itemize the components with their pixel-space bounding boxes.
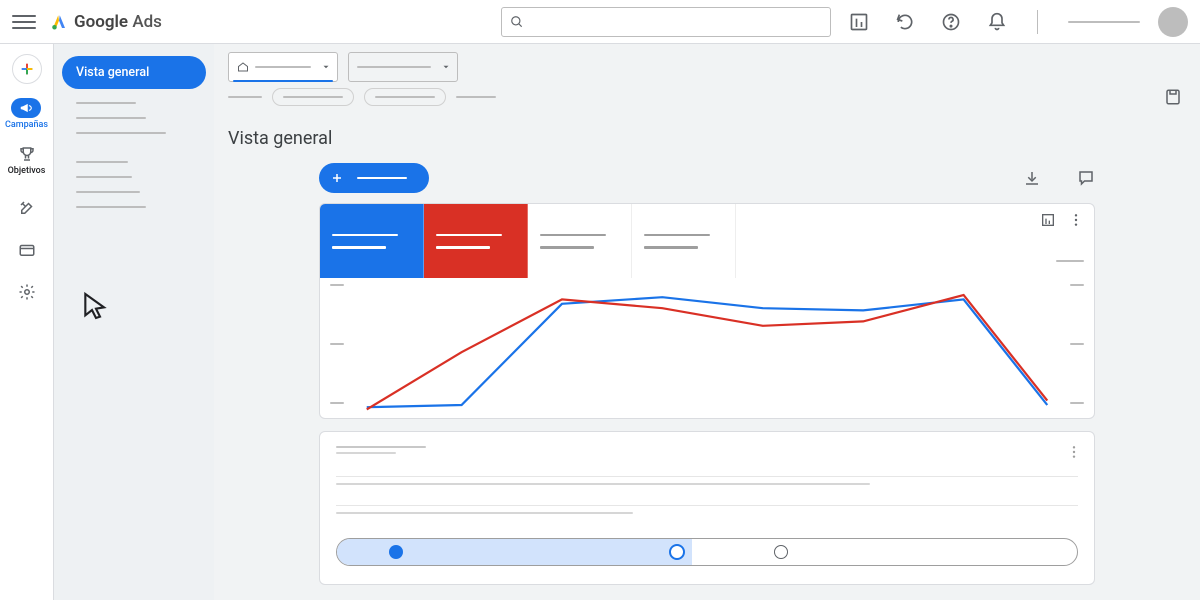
sidebar-item[interactable] — [76, 176, 132, 178]
step-3[interactable] — [774, 545, 788, 559]
step-1[interactable] — [389, 545, 403, 559]
expand-chart-icon[interactable] — [1040, 212, 1056, 228]
sidebar-item-overview[interactable]: Vista general — [62, 56, 206, 89]
create-button[interactable] — [12, 54, 42, 84]
plus-multicolor-icon — [19, 61, 35, 77]
card-icon — [18, 241, 36, 259]
help-icon[interactable] — [941, 12, 961, 32]
menu-icon[interactable] — [12, 10, 36, 34]
plus-icon — [331, 172, 343, 184]
app-header: Google Ads — [0, 0, 1200, 44]
page-title: Vista general — [228, 128, 1186, 149]
metric-tab-3[interactable] — [528, 204, 632, 278]
step-2-current[interactable] — [669, 544, 685, 560]
notifications-icon[interactable] — [987, 12, 1007, 32]
sidebar-item[interactable] — [76, 117, 146, 119]
icon-rail: Campañas Objetivos — [0, 44, 54, 600]
new-campaign-button[interactable] — [319, 163, 429, 193]
sidebar-item[interactable] — [76, 132, 166, 134]
rail-item-objectives[interactable]: Objetivos — [8, 144, 46, 176]
rail-item-campaigns[interactable]: Campañas — [5, 98, 48, 130]
cursor-icon — [80, 290, 112, 322]
sidebar-item[interactable] — [76, 161, 128, 163]
download-icon[interactable] — [1023, 169, 1041, 187]
rail-label: Objetivos — [8, 166, 46, 176]
sidebar-item[interactable] — [76, 102, 136, 104]
metric-tab-1[interactable] — [320, 204, 424, 278]
chart-lines — [350, 284, 1064, 416]
insight-title — [336, 446, 426, 448]
sidebar-item[interactable] — [76, 206, 146, 208]
line-chart[interactable] — [320, 278, 1094, 418]
y-axis-right — [1068, 284, 1084, 404]
filter-label — [228, 96, 262, 98]
scope-filters — [214, 44, 1200, 82]
insight-card — [319, 431, 1095, 585]
rail-item-settings[interactable] — [17, 282, 37, 302]
scope-selector-account[interactable] — [228, 52, 338, 82]
add-filter[interactable] — [456, 96, 496, 98]
rail-item-tools[interactable] — [17, 198, 37, 218]
more-icon[interactable] — [1068, 212, 1084, 228]
scope-selector-campaign[interactable] — [348, 52, 458, 82]
metric-tab-4[interactable] — [632, 204, 736, 278]
filter-chip[interactable] — [272, 88, 354, 106]
performance-chart-card — [319, 203, 1095, 419]
filter-chip[interactable] — [364, 88, 446, 106]
divider — [1037, 10, 1038, 34]
search-input[interactable] — [501, 7, 831, 37]
rail-label: Campañas — [5, 120, 48, 130]
metric-tab-2[interactable] — [424, 204, 528, 278]
progress-stepper[interactable] — [336, 538, 1078, 566]
save-view-icon[interactable] — [1164, 88, 1182, 106]
chevron-down-icon — [441, 62, 451, 72]
ads-logo-icon — [50, 13, 68, 31]
home-icon — [237, 61, 249, 73]
y-axis-left — [330, 284, 346, 404]
more-icon[interactable] — [1066, 444, 1082, 460]
feedback-icon[interactable] — [1077, 169, 1095, 187]
metric-tabs — [320, 204, 1094, 278]
megaphone-icon — [19, 101, 33, 115]
avatar[interactable] — [1158, 7, 1188, 37]
sidebar-item[interactable] — [76, 191, 140, 193]
main-content: Vista general — [214, 44, 1200, 600]
filter-chips — [214, 82, 1200, 112]
product-logo[interactable]: Google Ads — [50, 12, 162, 32]
header-actions — [849, 10, 1140, 34]
account-selector[interactable] — [1068, 21, 1140, 23]
search-icon — [510, 15, 524, 29]
overview-toolbar — [319, 163, 1095, 193]
metric-footnote — [1056, 260, 1084, 262]
product-name: Google Ads — [74, 12, 162, 32]
nav-sidebar: Vista general — [54, 44, 214, 600]
insight-subtitle — [336, 452, 396, 454]
refresh-icon[interactable] — [895, 12, 915, 32]
chevron-down-icon — [321, 62, 331, 72]
tools-icon — [18, 199, 36, 217]
trophy-icon — [18, 145, 36, 163]
gear-icon — [18, 283, 36, 301]
reports-icon[interactable] — [849, 12, 869, 32]
rail-item-billing[interactable] — [17, 240, 37, 260]
